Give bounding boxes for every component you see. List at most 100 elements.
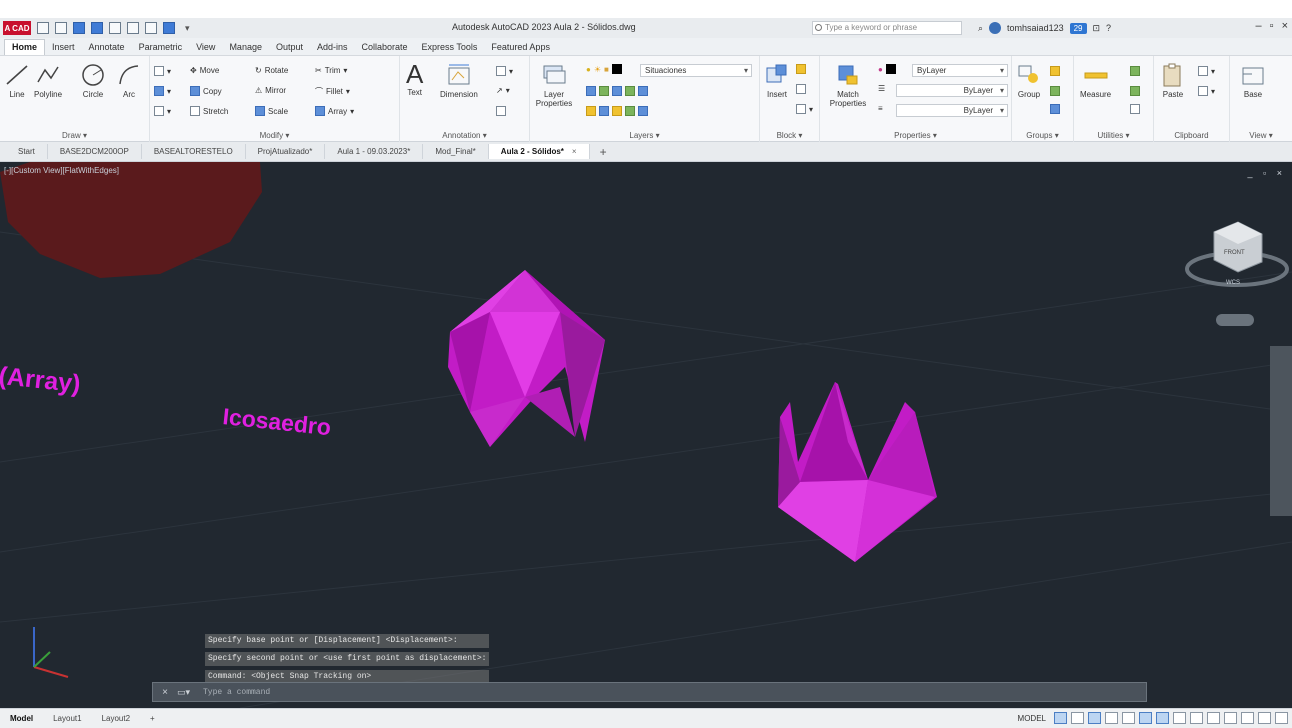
undo-icon[interactable] — [127, 22, 139, 34]
circle-button[interactable]: Circle — [80, 62, 106, 99]
measure-button[interactable]: Measure — [1080, 62, 1111, 99]
view-panel-title[interactable]: View ▾ — [1230, 131, 1292, 140]
paste-button[interactable]: Paste — [1160, 62, 1186, 99]
tab-insert[interactable]: Insert — [45, 40, 82, 55]
group-button[interactable]: Group — [1016, 62, 1042, 99]
maximize-icon[interactable]: ▫ — [1270, 20, 1274, 32]
navigation-bar[interactable] — [1270, 346, 1292, 516]
annotation-visibility-icon[interactable] — [1173, 712, 1186, 724]
tab-view[interactable]: View — [189, 40, 222, 55]
layer-properties-button[interactable]: Layer Properties — [534, 62, 574, 108]
arc-button[interactable]: Arc — [116, 62, 142, 99]
layer-state-icons[interactable]: ● ☀ ■ — [586, 64, 622, 74]
linetype-dropdown[interactable]: ByLayer — [896, 104, 1008, 117]
open-file-icon[interactable] — [55, 22, 67, 34]
create-block-button[interactable] — [796, 64, 806, 74]
copy-clip-button[interactable]: ▾ — [1198, 86, 1215, 96]
tab-add-ins[interactable]: Add-ins — [310, 40, 355, 55]
layer-tools-row-1[interactable] — [586, 86, 648, 96]
trim-button[interactable]: ✂ Trim ▾ — [315, 66, 347, 75]
command-prompt-icon[interactable]: ▭▾ — [177, 687, 203, 698]
annotation-monitor-icon[interactable] — [1224, 712, 1237, 724]
navigation-bar-toggle[interactable] — [1216, 314, 1254, 326]
mirror-button[interactable]: ⚠ Mirror — [255, 86, 286, 95]
new-file-icon[interactable] — [37, 22, 49, 34]
doc-tab-basealtorestelo[interactable]: BASEALTORESTELO — [142, 144, 246, 159]
customization-menu-icon[interactable] — [1275, 712, 1288, 724]
user-icon[interactable] — [989, 22, 1002, 34]
rotate-button[interactable]: ↻ Rotate — [255, 66, 288, 75]
tab-featured-apps[interactable]: Featured Apps — [484, 40, 557, 55]
copy-button[interactable]: Copy — [190, 86, 222, 96]
plot-icon[interactable] — [109, 22, 121, 34]
base-view-button[interactable]: Base — [1240, 62, 1266, 99]
lineweight-dropdown[interactable]: ByLayer — [896, 84, 1008, 97]
tab-output[interactable]: Output — [269, 40, 310, 55]
notification-badge[interactable]: 29 — [1069, 22, 1087, 34]
gradient-button[interactable]: ▾ — [154, 106, 171, 116]
modify-panel-title[interactable]: Modify ▾ — [150, 131, 399, 140]
quick-calc-button[interactable] — [1130, 66, 1140, 76]
close-tab-icon[interactable]: × — [572, 147, 577, 156]
save-as-icon[interactable] — [91, 22, 103, 34]
viewcube[interactable]: FRONT WCS — [1185, 221, 1289, 287]
stretch-button[interactable]: Stretch — [190, 106, 228, 116]
command-input[interactable] — [203, 684, 1146, 700]
new-tab-button[interactable]: + — [590, 145, 617, 159]
save-icon[interactable] — [73, 22, 85, 34]
block-attributes-button[interactable]: ▾ — [796, 104, 813, 114]
layer-tools-row-2[interactable] — [586, 106, 648, 116]
rectangle-button[interactable]: ▾ — [154, 66, 171, 76]
array-label[interactable]: (Array) — [0, 362, 82, 398]
viewport-controls-label[interactable]: [-][Custom View][FlatWithEdges] — [4, 166, 119, 175]
polar-toggle-icon[interactable] — [1105, 712, 1118, 724]
doc-tab-projatualizado[interactable]: ProjAtualizado* — [246, 144, 326, 159]
table-button[interactable]: ▾ — [496, 66, 513, 76]
binoculars-icon[interactable]: ⌕ — [978, 23, 983, 34]
properties-panel-title[interactable]: Properties ▾ — [820, 131, 1011, 140]
redo-icon[interactable] — [145, 22, 157, 34]
quick-access-dropdown-icon[interactable]: ▾ — [185, 23, 190, 34]
wcs-label[interactable]: WCS — [1226, 280, 1240, 286]
tab-annotate[interactable]: Annotate — [82, 40, 132, 55]
fillet-button[interactable]: ⌒ Fillet ▾ — [315, 86, 350, 97]
share-icon[interactable] — [163, 22, 175, 34]
clean-screen-icon[interactable] — [1258, 712, 1271, 724]
tab-parametric[interactable]: Parametric — [132, 40, 190, 55]
tab-express-tools[interactable]: Express Tools — [415, 40, 485, 55]
minimize-icon[interactable]: – — [1256, 20, 1262, 32]
workspace-gear-icon[interactable] — [1207, 712, 1220, 724]
command-close-icon[interactable]: × — [153, 687, 177, 698]
object-snap-icon[interactable] — [1156, 712, 1169, 724]
array-button[interactable]: Array ▾ — [315, 106, 354, 116]
annotation-scale-icon[interactable] — [1190, 712, 1203, 724]
annotation-panel-title[interactable]: Annotation ▾ — [400, 131, 529, 140]
color-control[interactable]: ● — [878, 64, 896, 74]
line-button[interactable]: Line — [4, 62, 30, 99]
edit-block-button[interactable] — [796, 84, 806, 94]
groups-panel-title[interactable]: Groups ▾ — [1012, 131, 1073, 140]
icosahedron-solid-left[interactable] — [448, 270, 605, 447]
cart-icon[interactable]: ⊡ — [1093, 23, 1101, 34]
tab-collaborate[interactable]: Collaborate — [355, 40, 415, 55]
match-properties-button[interactable]: Match Properties — [826, 62, 870, 108]
object-snap-tracking-icon[interactable] — [1139, 712, 1152, 724]
isodraft-toggle-icon[interactable] — [1122, 712, 1135, 724]
markup-button[interactable] — [496, 106, 506, 116]
leader-button[interactable]: ↗ ▾ — [496, 86, 510, 95]
help-icon[interactable]: ? — [1106, 23, 1111, 33]
snap-toggle-icon[interactable] — [1071, 712, 1084, 724]
close-icon[interactable]: × — [1282, 20, 1288, 32]
clipboard-panel-title[interactable]: Clipboard — [1154, 131, 1229, 140]
search-input[interactable]: Type a keyword or phrase — [812, 21, 962, 35]
color-dropdown[interactable]: ByLayer — [912, 64, 1008, 77]
id-point-button[interactable] — [1130, 86, 1140, 96]
doc-tab-start[interactable]: Start — [6, 144, 48, 159]
layout-tab-layout1[interactable]: Layout1 — [43, 711, 91, 726]
grid-toggle-icon[interactable] — [1054, 712, 1067, 724]
icosahedron-solid-right[interactable] — [778, 382, 937, 562]
group-select-button[interactable] — [1050, 104, 1060, 114]
user-name[interactable]: tomhsaiad123 — [1007, 23, 1064, 33]
isolate-objects-icon[interactable] — [1241, 712, 1254, 724]
scale-button[interactable]: Scale — [255, 106, 288, 116]
